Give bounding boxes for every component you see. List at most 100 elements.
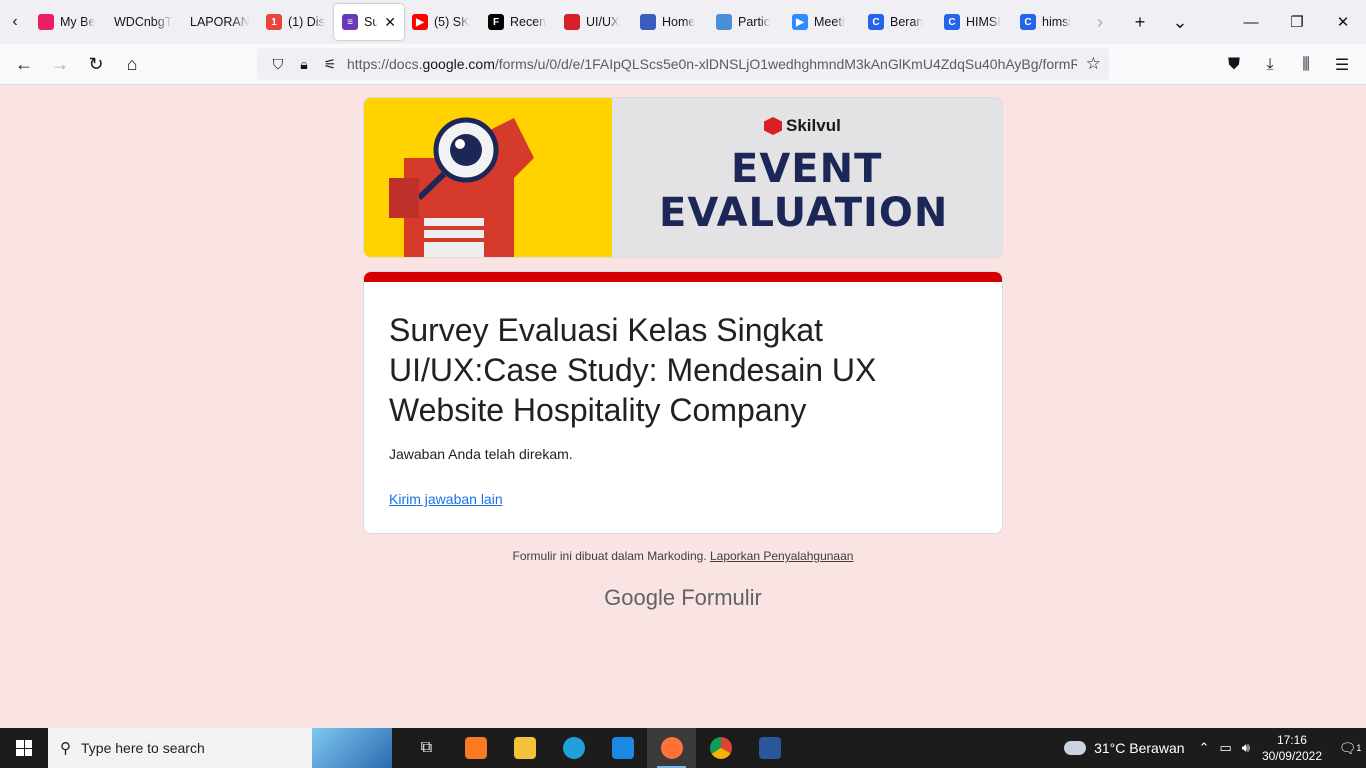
confirmation-message: Jawaban Anda telah direkam. xyxy=(389,446,573,462)
browser-tab[interactable]: My Be xyxy=(30,4,106,40)
downloads-icon[interactable]: ⤓ xyxy=(1252,56,1288,74)
tab-label: HIMSI xyxy=(966,15,1001,29)
taskbar-search-box[interactable]: ⚲ Type here to search xyxy=(48,728,392,768)
firefox-icon[interactable] xyxy=(647,728,696,768)
submit-another-link[interactable]: Kirim jawaban lain xyxy=(389,491,503,507)
pinned-apps: ⧉ xyxy=(402,728,794,768)
start-button[interactable] xyxy=(0,728,48,768)
browser-tab[interactable]: C Beran xyxy=(860,4,936,40)
windows-taskbar: ⚲ Type here to search ⧉ 31°C Berawan ⌃ ▭… xyxy=(0,728,1366,768)
browser-tab[interactable]: C HIMSI xyxy=(936,4,1012,40)
chrome-icon[interactable] xyxy=(696,728,745,768)
tab-favicon-icon xyxy=(640,14,656,30)
tab-label: Home xyxy=(662,15,696,29)
tab-label: (5) SK xyxy=(434,15,470,29)
window-controls: — ❐ ✕ xyxy=(1228,0,1366,44)
banner-title-line1: EVENT xyxy=(731,146,883,192)
form-header-banner: Skilvul EVENT EVALUATION xyxy=(363,97,1003,258)
close-tab-icon[interactable]: ✕ xyxy=(384,14,396,31)
close-window-icon[interactable]: ✕ xyxy=(1320,0,1366,44)
browser-tab[interactable]: WDCnbgT xyxy=(106,4,182,40)
browser-tab[interactable]: Chimsi xyxy=(1012,4,1088,40)
tab-favicon-icon xyxy=(716,14,732,30)
tab-favicon-icon xyxy=(564,14,580,30)
skilvul-logo: Skilvul xyxy=(764,116,841,136)
toolbar-right: ⛊ ⤓ ⫼ ☰ xyxy=(1216,44,1360,85)
file-explorer-icon[interactable] xyxy=(500,728,549,768)
home-icon[interactable]: ⌂ xyxy=(114,46,150,82)
page-content: Skilvul EVENT EVALUATION Survey Evaluasi… xyxy=(0,85,1366,728)
tab-label: Partic xyxy=(738,15,770,29)
tab-favicon-icon: ▶ xyxy=(412,14,428,30)
clock-date: 30/09/2022 xyxy=(1261,749,1322,763)
tab-favicon-icon: ▶ xyxy=(792,14,808,30)
search-highlight-image xyxy=(312,728,392,768)
card-accent-bar xyxy=(364,272,1002,282)
clock-time: 17:16 xyxy=(1276,733,1307,747)
tab-favicon-icon: F xyxy=(488,14,504,30)
vscode-icon[interactable] xyxy=(598,728,647,768)
browser-tab[interactable]: Partic xyxy=(708,4,784,40)
tab-favicon-icon: ≡ xyxy=(342,14,358,30)
minimize-icon[interactable]: — xyxy=(1228,0,1274,44)
tab-label: Recen xyxy=(510,15,547,29)
task-view-icon[interactable]: ⧉ xyxy=(402,728,451,768)
tab-favicon-icon: C xyxy=(1020,14,1036,30)
tab-label: Beran xyxy=(890,15,924,29)
scroll-tabs-left-icon[interactable]: ‹ xyxy=(0,0,30,44)
tab-label: My Be xyxy=(60,15,96,29)
lock-icon[interactable]: 🔒︎ xyxy=(291,56,317,73)
weather-widget[interactable]: 31°C Berawan xyxy=(1064,740,1185,756)
reload-icon[interactable]: ↻ xyxy=(78,46,114,82)
tab-favicon-icon xyxy=(38,14,54,30)
tab-label: LAPORAN xyxy=(190,15,250,29)
menu-icon[interactable]: ☰ xyxy=(1324,55,1360,75)
tab-label: Meeti xyxy=(814,15,845,29)
library-icon[interactable]: ⫼ xyxy=(1288,56,1324,74)
browser-tab[interactable]: Home xyxy=(632,4,708,40)
tracking-shield-icon[interactable]: ⛉ xyxy=(265,56,291,73)
restore-icon[interactable]: ❐ xyxy=(1274,0,1320,44)
back-icon[interactable]: ← xyxy=(6,46,42,82)
tab-strip: My Be WDCnbgT LAPORAN 1 (1) Dis ≡ Sur ✕ ▶ (5) SK F… xyxy=(30,0,1088,44)
forward-icon[interactable]: → xyxy=(42,46,78,82)
browser-tab[interactable]: ▶ Meeti xyxy=(784,4,860,40)
word-icon[interactable] xyxy=(745,728,794,768)
clock[interactable]: 17:16 30/09/2022 xyxy=(1262,732,1322,764)
report-abuse-link[interactable]: Laporkan Penyalahgunaan xyxy=(710,549,853,563)
search-icon: ⚲ xyxy=(60,740,71,757)
browser-tab[interactable]: ≡ Sur ✕ xyxy=(334,4,404,40)
browser-tab[interactable]: F Recen xyxy=(480,4,556,40)
tab-label: WDCnbgT xyxy=(114,15,173,29)
browser-tab[interactable]: 1 (1) Dis xyxy=(258,4,334,40)
google-forms-logo[interactable]: Google Formulir xyxy=(0,585,1366,611)
scroll-tabs-right-icon[interactable]: › xyxy=(1080,12,1120,33)
new-tab-icon[interactable]: + xyxy=(1120,12,1160,33)
bookmark-star-icon[interactable]: ☆ xyxy=(1086,54,1101,74)
edge-icon[interactable] xyxy=(549,728,598,768)
tab-bar: ‹ My Be WDCnbgT LAPORAN 1 (1) Dis ≡ Sur ✕ ▶ (5) S… xyxy=(0,0,1366,44)
footer-text: Formulir ini dibuat dalam Markoding. xyxy=(512,549,707,563)
pocket-icon[interactable]: ⛊ xyxy=(1216,56,1252,74)
xampp-icon[interactable] xyxy=(451,728,500,768)
browser-tab[interactable]: ▶ (5) SK xyxy=(404,4,480,40)
confirmation-card: Survey Evaluasi Kelas Singkat UI/UX:Case… xyxy=(363,271,1003,534)
weather-text: 31°C Berawan xyxy=(1094,740,1185,756)
tab-actions: › + ⌄ xyxy=(1080,0,1200,44)
navigation-toolbar: ← → ↻ ⌂ ⛉ 🔒︎ ⚟ https://docs.google.com/f… xyxy=(0,44,1366,85)
list-all-tabs-icon[interactable]: ⌄ xyxy=(1160,12,1200,33)
windows-logo-icon xyxy=(16,740,32,756)
notifications-icon[interactable]: 🗨︎ 1 xyxy=(1334,728,1366,768)
banner-title-line2: EVALUATION xyxy=(659,190,949,236)
battery-icon[interactable]: ▭ xyxy=(1219,740,1231,756)
address-bar[interactable]: ⛉ 🔒︎ ⚟ https://docs.google.com/forms/u/0… xyxy=(257,48,1109,80)
browser-tab[interactable]: LAPORAN xyxy=(182,4,258,40)
volume-icon[interactable]: 🔊︎ xyxy=(1242,740,1250,756)
form-title: Survey Evaluasi Kelas Singkat UI/UX:Case… xyxy=(389,312,877,428)
browser-tab[interactable]: UI/UX xyxy=(556,4,632,40)
chevron-up-icon[interactable]: ⌃ xyxy=(1199,740,1210,756)
permissions-icon[interactable]: ⚟ xyxy=(317,56,343,73)
tab-favicon-icon: 1 xyxy=(266,14,282,30)
tab-label: himsi xyxy=(1042,15,1072,29)
url-text[interactable]: https://docs.google.com/forms/u/0/d/e/1F… xyxy=(347,56,1077,72)
